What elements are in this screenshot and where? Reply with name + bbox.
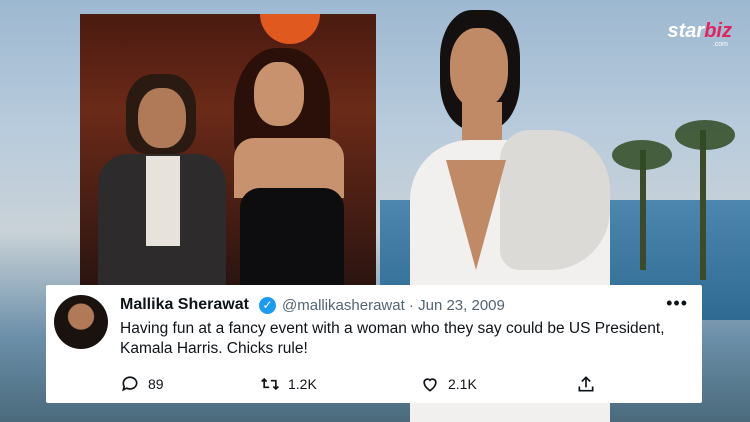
display-name[interactable]: Mallika Sherawat: [120, 296, 249, 314]
retweet-icon: [261, 377, 279, 391]
tweet-text: Having fun at a fancy event with a woman…: [120, 320, 665, 357]
retweet-count: 1.2K: [288, 376, 317, 392]
person-right: [220, 48, 360, 286]
face: [138, 88, 186, 148]
avatar[interactable]: [54, 295, 108, 349]
handle-date[interactable]: @mallikasherawat · Jun 23, 2009: [282, 297, 505, 314]
logo-biz: biz: [704, 20, 732, 42]
like-button[interactable]: 2.1K: [420, 373, 477, 395]
face: [254, 62, 304, 126]
brand-logo: starbiz: [668, 20, 732, 43]
logo-star: star: [667, 20, 705, 42]
share-button[interactable]: [576, 373, 596, 395]
person-left: [98, 74, 228, 286]
like-icon: [423, 378, 437, 392]
tweet-card[interactable]: Mallika Sherawat ✓ @mallikasherawat · Ju…: [46, 285, 702, 403]
palm-trunk: [700, 130, 706, 280]
dress: [240, 188, 344, 286]
reply-count: 89: [148, 376, 164, 392]
logo-sub: .com: [712, 41, 728, 48]
embellished-cape: [500, 130, 610, 270]
share-icon: [578, 376, 594, 392]
lamp: [260, 14, 320, 44]
reply-icon: [122, 376, 138, 392]
verified-badge-icon: ✓: [259, 297, 276, 314]
reply-button[interactable]: 89: [120, 373, 164, 395]
retweet-button[interactable]: 1.2K: [260, 373, 317, 395]
action-bar: 89 1.2K 2.1K: [120, 373, 680, 395]
more-icon[interactable]: •••: [666, 293, 688, 314]
palm-frond: [675, 120, 735, 150]
shirt: [146, 156, 180, 246]
left-photo: [80, 14, 376, 286]
face: [450, 28, 508, 108]
like-count: 2.1K: [448, 376, 477, 392]
